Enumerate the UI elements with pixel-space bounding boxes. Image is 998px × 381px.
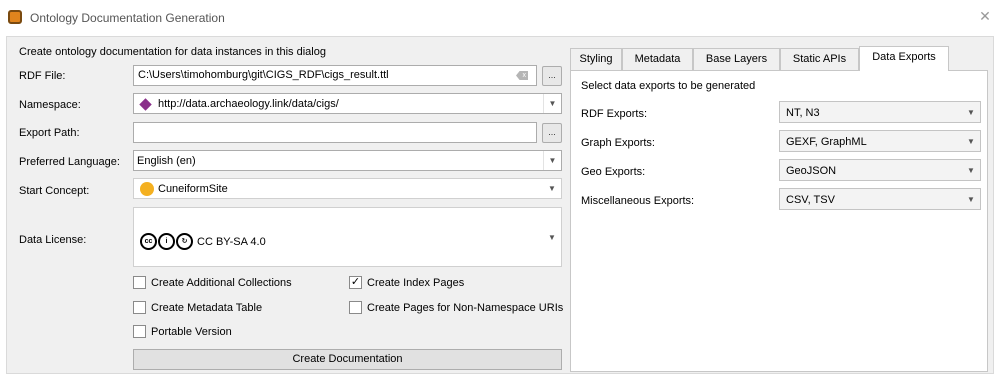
cc-icon: cc (140, 233, 157, 250)
tab-styling[interactable]: Styling (570, 48, 622, 70)
geo-exports-value: GeoJSON (786, 165, 837, 177)
misc-exports-combo[interactable]: CSV, TSV ▼ (779, 188, 981, 210)
chevron-down-icon[interactable]: ▼ (543, 94, 561, 113)
language-value: English (en) (137, 155, 196, 167)
index-pages-checkbox[interactable]: ✓ (349, 276, 362, 289)
tab-base-layers[interactable]: Base Layers (693, 48, 780, 70)
create-documentation-button[interactable]: Create Documentation (133, 349, 562, 370)
portable-version-checkbox[interactable] (133, 325, 146, 338)
window-title: Ontology Documentation Generation (30, 11, 225, 25)
intro-text: Create ontology documentation for data i… (19, 46, 326, 58)
metadata-table-label: Create Metadata Table (151, 302, 263, 314)
chevron-down-icon[interactable]: ▼ (962, 102, 980, 122)
export-path-browse-button[interactable]: ... (542, 123, 562, 143)
chevron-down-icon[interactable]: ▼ (962, 160, 980, 180)
start-concept-label: Start Concept: (19, 185, 90, 197)
graph-exports-value: GEXF, GraphML (786, 136, 867, 148)
export-path-input[interactable] (133, 122, 537, 143)
portable-version-label: Portable Version (151, 326, 232, 338)
start-concept-combo[interactable]: CuneiformSite ▼ (133, 178, 562, 199)
chevron-down-icon[interactable]: ▼ (962, 189, 980, 209)
clear-icon[interactable]: x (516, 71, 528, 80)
close-icon[interactable]: ✕ (978, 8, 992, 24)
dialog-body: Create ontology documentation for data i… (6, 36, 994, 374)
language-combo[interactable]: English (en) ▼ (133, 150, 562, 171)
non-namespace-uris-label: Create Pages for Non-Namespace URIs (367, 302, 564, 314)
license-combo[interactable]: cc i ↻ CC BY-SA 4.0 ▼ (133, 207, 562, 267)
title-bar: Ontology Documentation Generation ✕ (0, 0, 998, 36)
rdf-exports-value: NT, N3 (786, 107, 820, 119)
rdf-file-browse-button[interactable]: ... (542, 66, 562, 86)
rdf-file-value: C:\Users\timohomburg\git\CIGS_RDF\cigs_r… (138, 69, 389, 81)
rdf-exports-label: RDF Exports: (581, 108, 648, 120)
misc-exports-value: CSV, TSV (786, 194, 835, 206)
license-label: Data License: (19, 234, 87, 246)
settings-form: Create ontology documentation for data i… (7, 37, 567, 375)
namespace-combo[interactable]: http://data.archaeology.link/data/cigs/ … (133, 93, 562, 114)
chevron-down-icon[interactable]: ▼ (543, 151, 561, 170)
non-namespace-uris-checkbox[interactable] (349, 301, 362, 314)
sa-icon: ↻ (176, 233, 193, 250)
geo-exports-label: Geo Exports: (581, 166, 646, 178)
exports-heading: Select data exports to be generated (581, 80, 756, 92)
geo-exports-combo[interactable]: GeoJSON ▼ (779, 159, 981, 181)
namespace-value: http://data.archaeology.link/data/cigs/ (158, 98, 339, 110)
misc-exports-label: Miscellaneous Exports: (581, 195, 695, 207)
by-icon: i (158, 233, 175, 250)
namespace-label: Namespace: (19, 99, 81, 111)
class-circle-icon (140, 182, 154, 196)
rdf-file-input[interactable]: C:\Users\timohomburg\git\CIGS_RDF\cigs_r… (133, 65, 537, 86)
rdf-file-label: RDF File: (19, 70, 66, 82)
ontology-cube-icon (139, 98, 152, 111)
index-pages-label: Create Index Pages (367, 277, 465, 289)
graph-exports-label: Graph Exports: (581, 137, 655, 149)
chevron-down-icon[interactable]: ▼ (543, 208, 561, 266)
additional-collections-label: Create Additional Collections (151, 277, 292, 289)
app-icon (8, 10, 22, 24)
tab-data-exports[interactable]: Data Exports (859, 46, 949, 71)
license-value: CC BY-SA 4.0 (197, 235, 266, 248)
additional-collections-checkbox[interactable] (133, 276, 146, 289)
rdf-exports-combo[interactable]: NT, N3 ▼ (779, 101, 981, 123)
tab-static-apis[interactable]: Static APIs (780, 48, 859, 70)
language-label: Preferred Language: (19, 156, 120, 168)
cc-by-sa-logo: cc i ↻ CC BY-SA 4.0 (140, 233, 266, 250)
export-path-label: Export Path: (19, 127, 80, 139)
chevron-down-icon[interactable]: ▼ (962, 131, 980, 151)
graph-exports-combo[interactable]: GEXF, GraphML ▼ (779, 130, 981, 152)
data-exports-panel: Select data exports to be generated RDF … (570, 70, 988, 372)
start-concept-value: CuneiformSite (158, 183, 228, 195)
chevron-down-icon[interactable]: ▼ (543, 179, 561, 198)
metadata-table-checkbox[interactable] (133, 301, 146, 314)
tab-metadata[interactable]: Metadata (622, 48, 693, 70)
